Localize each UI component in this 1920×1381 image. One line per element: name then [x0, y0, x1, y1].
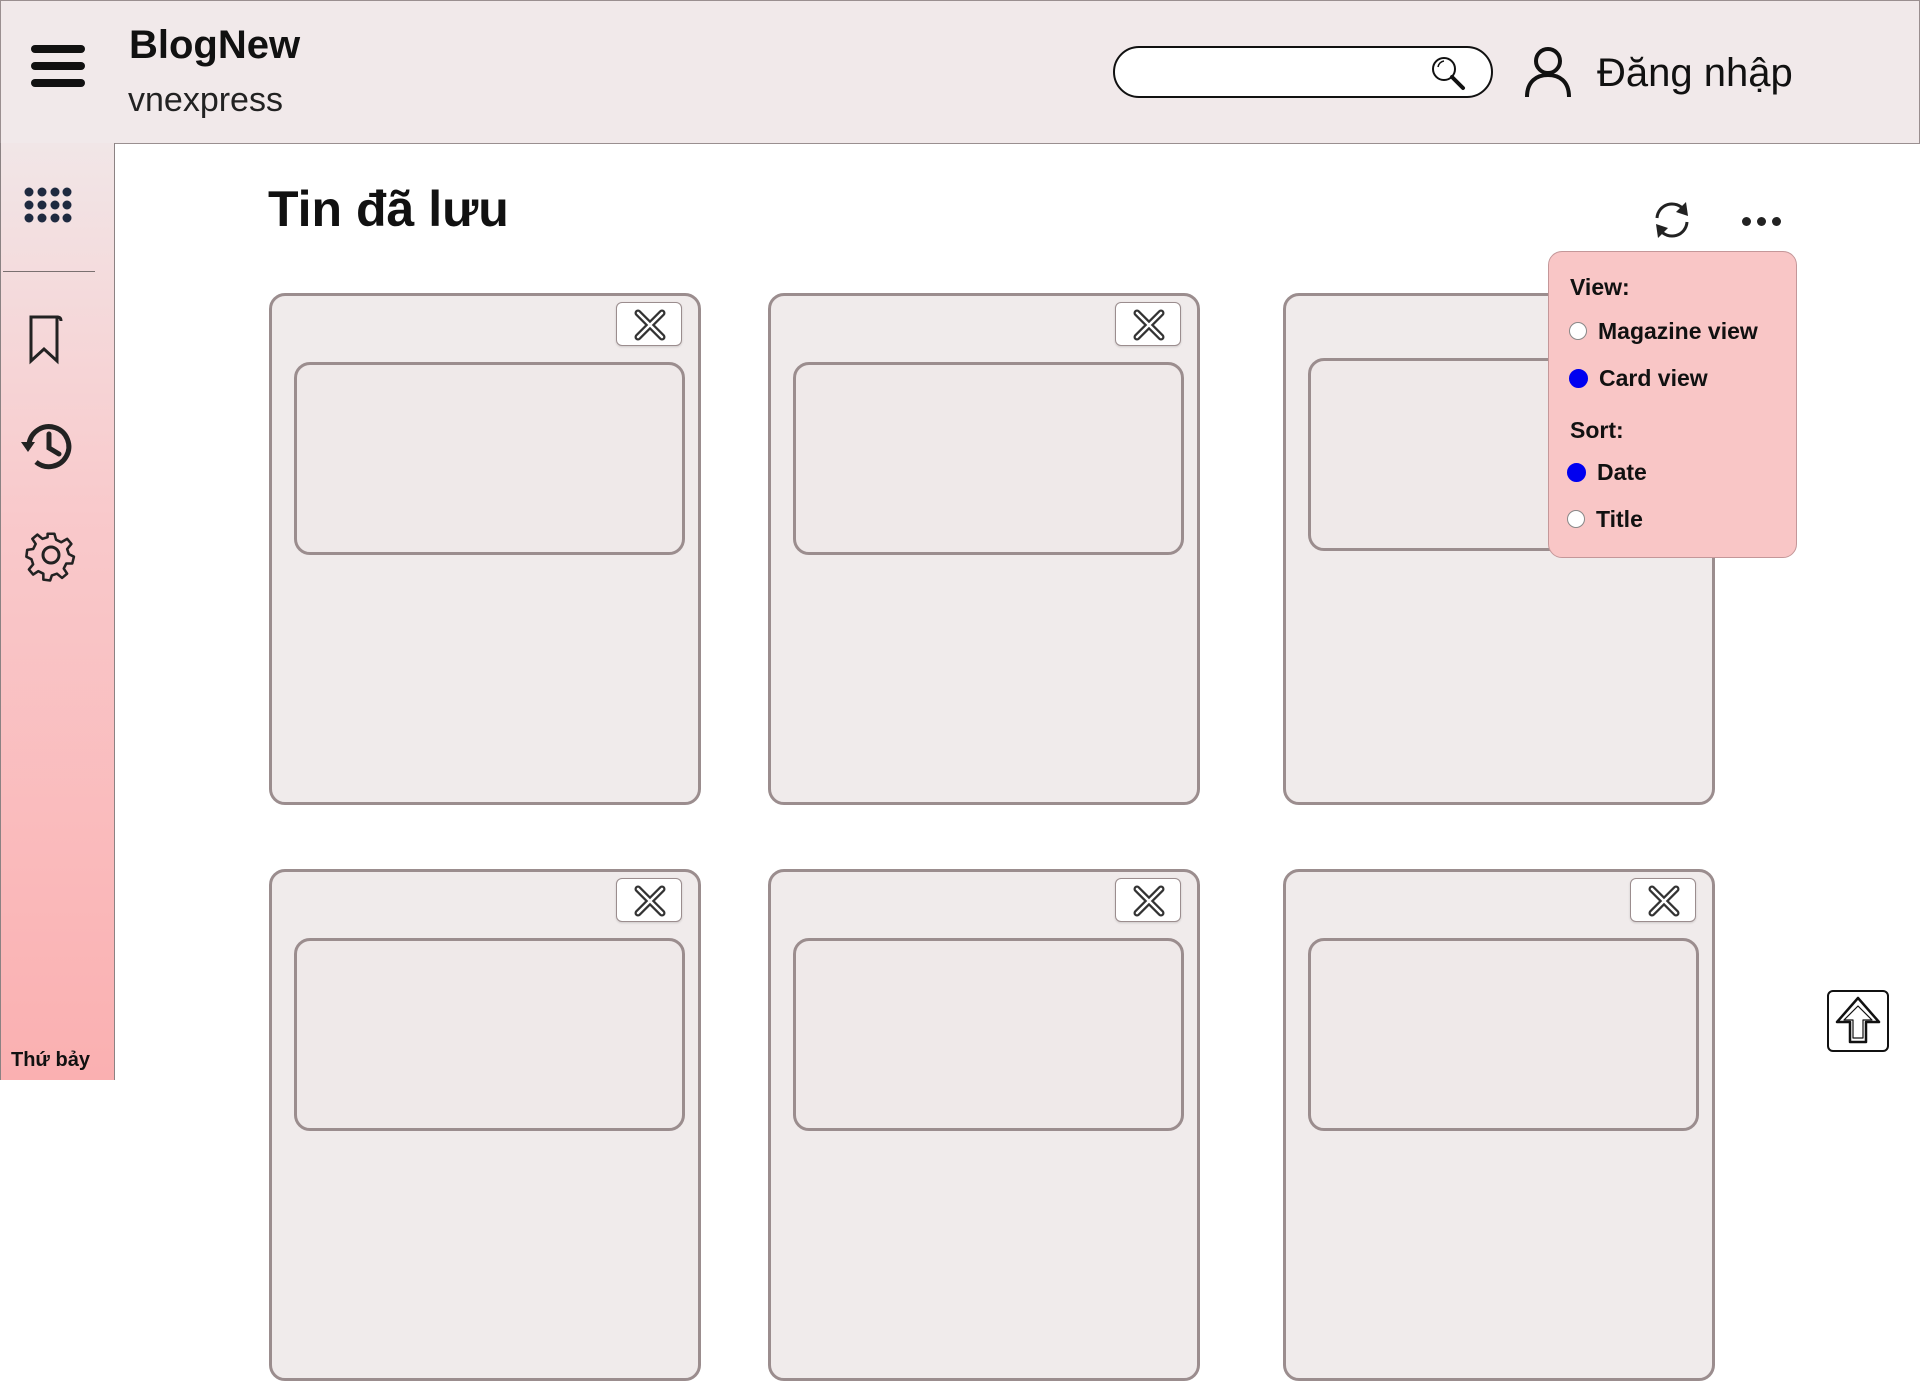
close-icon [1133, 885, 1165, 917]
view-option-magazine[interactable]: Magazine view [1569, 316, 1758, 346]
saved-article-card[interactable] [269, 869, 701, 1381]
remove-card-button[interactable] [1115, 878, 1181, 922]
remove-card-button[interactable] [616, 302, 682, 346]
sort-option-label: Title [1596, 505, 1643, 532]
radio-sort-date[interactable] [1567, 462, 1586, 482]
card-thumbnail[interactable] [294, 938, 685, 1131]
card-thumbnail[interactable] [793, 362, 1184, 555]
close-icon [1648, 885, 1680, 917]
sidebar-divider [3, 271, 95, 272]
card-thumbnail[interactable] [793, 938, 1184, 1131]
sort-option-label: Date [1597, 458, 1647, 485]
history-icon[interactable] [19, 418, 79, 478]
top-bar: BlogNew vnexpress Đăng nhập [0, 0, 1920, 144]
sidebar: Thứ bảy [0, 143, 115, 1080]
bookmark-icon[interactable] [23, 313, 83, 373]
close-icon [634, 309, 666, 341]
scroll-to-top-button[interactable] [1827, 990, 1889, 1052]
arrow-up-icon [1835, 996, 1881, 1044]
brand-subtitle: vnexpress [128, 81, 283, 119]
more-options-icon[interactable] [1738, 202, 1786, 238]
view-option-card[interactable]: Card view [1569, 363, 1708, 393]
remove-card-button[interactable] [1630, 878, 1696, 922]
brand-name[interactable]: BlogNew [129, 23, 300, 68]
search-box[interactable] [1113, 46, 1493, 98]
remove-card-button[interactable] [616, 878, 682, 922]
login-link[interactable]: Đăng nhập [1597, 51, 1793, 96]
saved-article-card[interactable] [768, 869, 1200, 1381]
search-input[interactable] [1137, 56, 1431, 90]
page-title: Tin đã lưu [268, 181, 509, 237]
remove-card-button[interactable] [1115, 302, 1181, 346]
saved-article-card[interactable] [1283, 869, 1715, 1381]
close-icon [634, 885, 666, 917]
sort-option-date[interactable]: Date [1567, 457, 1647, 487]
day-label: Thứ bảy [11, 1049, 90, 1071]
view-sort-menu: View: Magazine view Card view Sort: Date… [1548, 251, 1797, 558]
card-thumbnail[interactable] [1308, 938, 1699, 1131]
settings-icon[interactable] [23, 525, 83, 585]
card-thumbnail[interactable] [294, 362, 685, 555]
sort-section-label: Sort: [1570, 417, 1624, 443]
close-icon [1133, 309, 1165, 341]
radio-card-view[interactable] [1569, 368, 1588, 388]
user-icon[interactable] [1523, 45, 1573, 99]
view-section-label: View: [1570, 274, 1630, 300]
sort-option-title[interactable]: Title [1567, 504, 1643, 534]
saved-article-card[interactable] [768, 293, 1200, 805]
view-option-label: Magazine view [1598, 317, 1758, 344]
refresh-icon[interactable] [1648, 196, 1696, 244]
saved-article-card[interactable] [269, 293, 701, 805]
apps-grid-icon[interactable] [19, 181, 79, 241]
view-option-label: Card view [1599, 364, 1708, 391]
radio-magazine-view[interactable] [1569, 322, 1587, 340]
radio-sort-title[interactable] [1567, 510, 1585, 528]
search-icon[interactable] [1429, 54, 1467, 92]
menu-icon[interactable] [31, 45, 85, 91]
